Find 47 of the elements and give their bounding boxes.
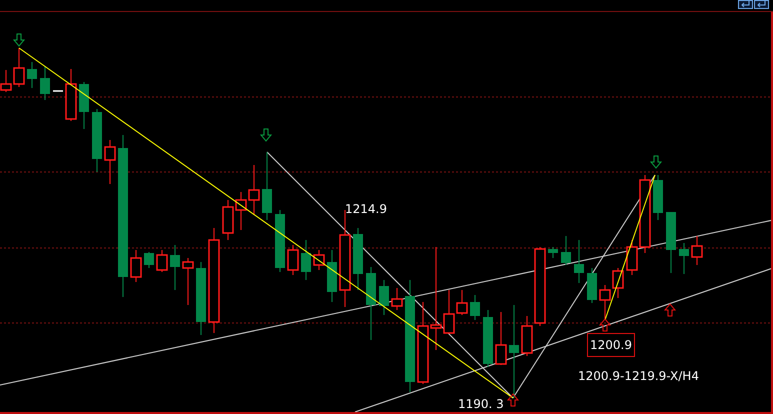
candlestick xyxy=(287,244,299,276)
candlestick xyxy=(182,258,194,306)
candlestick xyxy=(691,236,703,266)
candlestick xyxy=(391,288,403,310)
down-arrow-icon xyxy=(260,128,272,142)
candlestick xyxy=(587,268,597,304)
price-label: 1200.9-1219.9-X/H4 xyxy=(578,369,699,383)
down-arrow-icon xyxy=(650,156,662,169)
candlestick xyxy=(574,240,584,284)
price-tag: 1200.9 xyxy=(587,333,635,357)
candlestick xyxy=(612,268,624,298)
up-arrow-icon xyxy=(664,303,676,316)
candlestick xyxy=(301,240,311,280)
candlestick xyxy=(599,284,611,320)
candlestick xyxy=(248,164,260,216)
candlestick xyxy=(353,228,363,290)
candlestick xyxy=(483,310,493,368)
candlestick xyxy=(79,82,89,130)
candlestick xyxy=(170,244,180,290)
candlestick xyxy=(40,66,50,100)
candlestick xyxy=(379,280,389,316)
candlestick xyxy=(130,250,142,282)
candlestick xyxy=(653,174,663,220)
candlestick xyxy=(666,212,676,274)
candlestick xyxy=(548,246,558,258)
candlestick xyxy=(222,200,234,240)
candlestick xyxy=(65,68,77,122)
candlestick xyxy=(235,192,247,230)
up-arrow-icon xyxy=(598,318,612,332)
candlestick xyxy=(495,312,507,366)
candlestick xyxy=(27,62,37,88)
candlestick xyxy=(561,236,571,266)
candlestick xyxy=(156,250,168,272)
up-arrow-icon xyxy=(506,393,520,406)
candlestick xyxy=(327,250,337,302)
price-label: 1214.9 xyxy=(345,202,387,216)
doji-mark xyxy=(53,90,63,92)
candlestick xyxy=(144,252,154,268)
candlestick xyxy=(104,140,116,184)
candlestick xyxy=(679,242,689,274)
candlestick xyxy=(313,250,325,270)
down-arrow-icon xyxy=(12,34,26,47)
candlestick xyxy=(262,152,272,220)
candlestick xyxy=(92,108,102,172)
price-label: 1190. 3 xyxy=(458,397,504,411)
candlestick xyxy=(275,210,285,272)
candlestick xyxy=(470,294,480,320)
